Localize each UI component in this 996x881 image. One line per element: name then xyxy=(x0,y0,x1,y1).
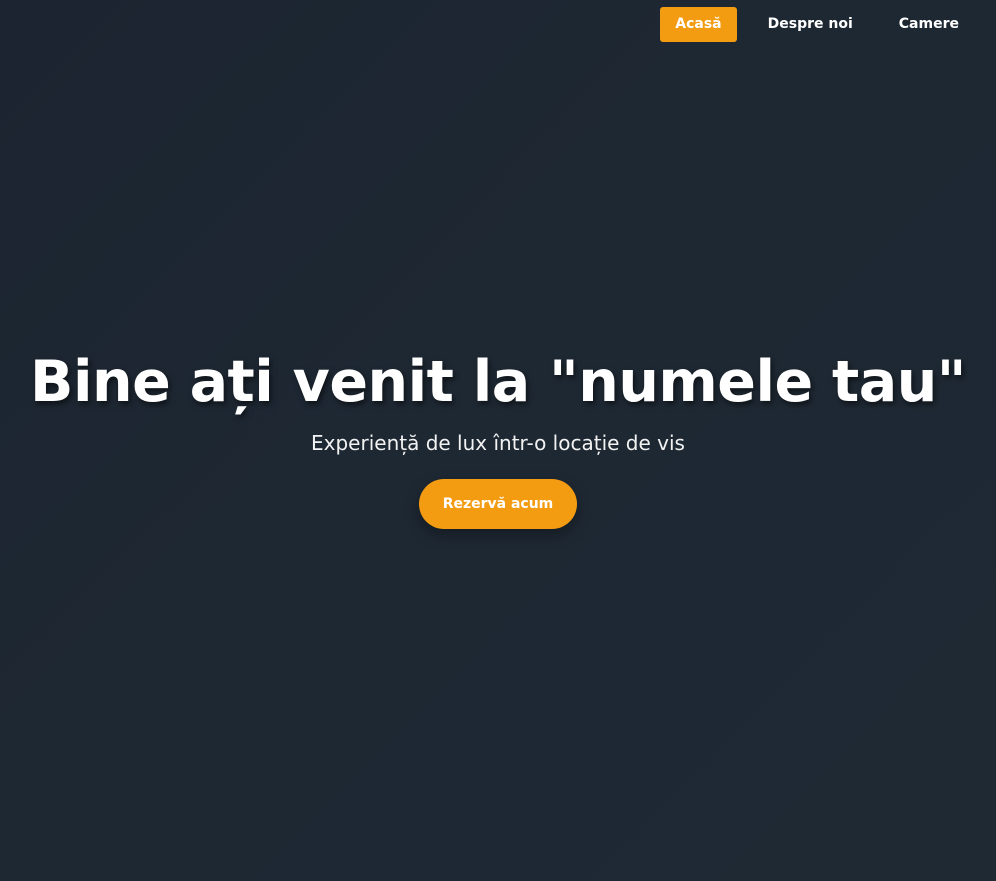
hero-title: Bine ați venit la "numele tau" xyxy=(30,349,966,415)
hero-subtitle: Experiență de lux într-o locație de vis xyxy=(311,431,685,455)
nav-item-despre-noi[interactable]: Despre noi xyxy=(753,7,868,42)
main-navigation: Acasă Despre noi Camere xyxy=(644,7,974,42)
hero-section: Bine ați venit la "numele tau" Experienț… xyxy=(0,344,996,529)
nav-item-acasa[interactable]: Acasă xyxy=(660,7,737,42)
book-now-button[interactable]: Rezervă acum xyxy=(419,479,577,529)
nav-item-camere[interactable]: Camere xyxy=(884,7,974,42)
